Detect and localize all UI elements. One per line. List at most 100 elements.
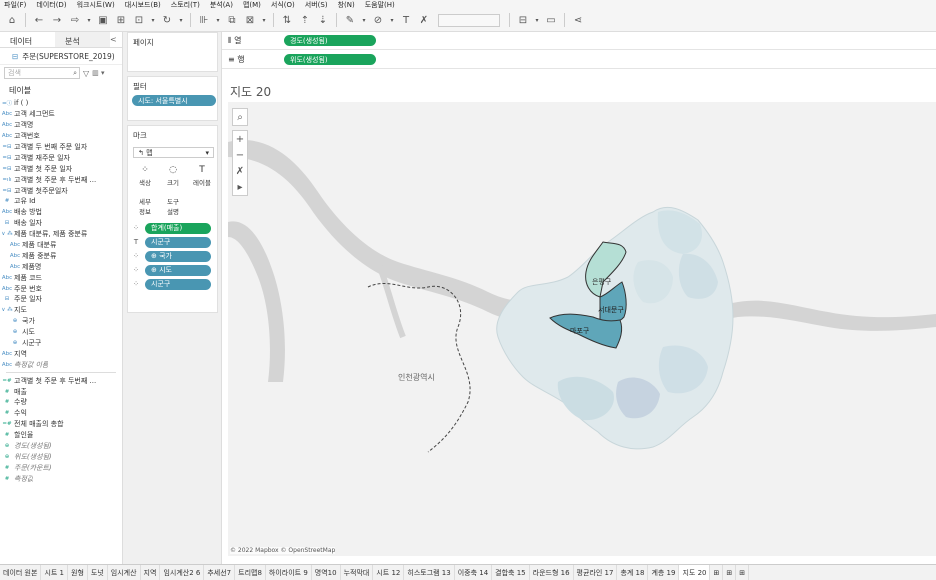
highlight-icon[interactable]: ✎	[342, 12, 358, 28]
sheet-tab[interactable]: 히스토그램 13	[404, 565, 455, 580]
menu-item[interactable]: 대시보드(B)	[125, 0, 161, 9]
tab-data[interactable]: 데이터	[0, 32, 55, 47]
datasource-tab[interactable]: 데이터 원본	[0, 565, 42, 580]
filter-icon[interactable]: ▽	[83, 69, 89, 78]
mark-button[interactable]: ⁘ 색상	[133, 163, 157, 189]
mark-type-select[interactable]: ↰ 맵 ▾	[133, 147, 214, 158]
chevron-down-icon[interactable]: ▾	[177, 12, 185, 28]
latitude-pill[interactable]: 위도(생성됨)	[284, 54, 376, 65]
map-zoom-controls[interactable]: + − ✗ ▸	[232, 130, 248, 196]
clear-sheet-icon[interactable]: ⊠	[242, 12, 258, 28]
field-item[interactable]: =⊟ 고객별 첫 주문 일자	[0, 163, 122, 174]
swap-axes-icon[interactable]: ⊪	[196, 12, 212, 28]
chevron-down-icon[interactable]: ▾	[388, 12, 396, 28]
refresh-icon[interactable]: ↻	[159, 12, 175, 28]
field-item[interactable]: =# 고객별 첫 주문 후 두번째 ...	[0, 375, 122, 386]
chevron-down-icon[interactable]: ▾	[149, 12, 157, 28]
chevron-down-icon[interactable]: ▾	[214, 12, 222, 28]
mark-button[interactable]: 세부 정보	[133, 192, 157, 218]
field-item[interactable]: Abc 고객번호	[0, 131, 122, 142]
sheet-tab[interactable]: 지도 20	[679, 565, 711, 580]
chevron-down-icon[interactable]: ▾	[360, 12, 368, 28]
sheet-tab[interactable]: 하이라이트 9	[266, 565, 312, 580]
new-worksheet-icon[interactable]: ⊞	[710, 565, 724, 580]
field-item[interactable]: ⊕ 시군구	[0, 338, 122, 349]
undo-icon[interactable]: ←	[31, 12, 47, 28]
map-search-control[interactable]: ⌕	[232, 108, 248, 126]
presentation-icon[interactable]: ▭	[543, 12, 559, 28]
sort-ascending-icon[interactable]: ⇡	[297, 12, 313, 28]
mark-field-pill[interactable]: 합계(매출)	[145, 222, 211, 234]
field-item[interactable]: Abc 제품 중분류	[0, 250, 122, 261]
rows-shelf[interactable]: ≡ 행 위도(생성됨)	[222, 51, 936, 69]
field-item[interactable]: ⊕ 위도(생성됨)	[0, 452, 122, 463]
columns-shelf[interactable]: ⦀ 열 경도(생성됨)	[222, 32, 936, 50]
longitude-pill[interactable]: 경도(생성됨)	[284, 35, 376, 46]
field-item[interactable]: # 수량	[0, 397, 122, 408]
sort-descending-icon[interactable]: ⇣	[315, 12, 331, 28]
sheet-tab[interactable]: 총계 18	[617, 565, 649, 580]
field-item[interactable]: # 할인율	[0, 430, 122, 441]
field-item[interactable]: =# 전체 매출의 총합	[0, 419, 122, 430]
home-icon[interactable]: ⌂	[4, 12, 20, 28]
field-item[interactable]: =ⓘ if ( )	[0, 98, 122, 109]
duplicate-sheet-icon[interactable]: ⧉	[224, 12, 240, 28]
sheet-tab[interactable]: 결합축 15	[492, 565, 530, 580]
map-view[interactable]: 인천광역시 은평구 서대문구 마포구 ⌕ + − ✗ ▸ © 2022 Mapb…	[228, 102, 936, 556]
mark-button[interactable]: 도구 설명	[161, 192, 185, 218]
sheet-tab[interactable]: 라운드형 16	[530, 565, 574, 580]
redo-dropdown-icon[interactable]: ⇨	[67, 12, 83, 28]
field-item[interactable]: =⊟ 고객별 첫주문일자	[0, 185, 122, 196]
mark-button[interactable]: T 레이블	[190, 163, 214, 189]
save-icon[interactable]: ▣	[95, 12, 111, 28]
redo-icon[interactable]: →	[49, 12, 65, 28]
sheet-tab[interactable]: 평균라인 17	[574, 565, 618, 580]
mark-field-pill[interactable]: ⊕ 국가	[145, 250, 211, 262]
field-item[interactable]: ⊕ 국가	[0, 316, 122, 327]
field-item[interactable]: ⊕ 시도	[0, 327, 122, 338]
filter-pill[interactable]: 시도: 서울특별시	[132, 95, 216, 106]
field-item[interactable]: ⊟ 배송 일자	[0, 218, 122, 229]
field-item[interactable]: # 주문(카운트)	[0, 462, 122, 473]
sheet-tab[interactable]: 계층 19	[648, 565, 680, 580]
view-options-icon[interactable]: ▥ ▾	[92, 69, 104, 77]
menu-item[interactable]: 창(N)	[338, 0, 355, 9]
menu-item[interactable]: 워크시트(W)	[77, 0, 115, 9]
chevron-down-icon[interactable]: ▾	[260, 12, 268, 28]
fix-axes-icon[interactable]: ✗	[416, 12, 432, 28]
field-item[interactable]: Abc 고객명	[0, 120, 122, 131]
menu-item[interactable]: 서버(S)	[305, 0, 328, 9]
field-item[interactable]: =⊟ 고객별 재주문 일자	[0, 152, 122, 163]
fit-select[interactable]	[438, 13, 500, 27]
sheet-tab[interactable]: 추세선7	[204, 565, 236, 580]
sheet-tab[interactable]: 도넛	[88, 565, 108, 580]
menu-item[interactable]: 스토리(T)	[171, 0, 200, 9]
field-item[interactable]: Abc 주문 번호	[0, 283, 122, 294]
field-item[interactable]: ⊟ 주문 일자	[0, 294, 122, 305]
new-datasource-icon[interactable]: ⊞	[113, 12, 129, 28]
reset-map-icon[interactable]: ✗	[233, 163, 247, 179]
group-icon[interactable]: ⊘	[370, 12, 386, 28]
sheet-tab[interactable]: 임시계산2 6	[160, 565, 205, 580]
new-sheet-icon[interactable]: ⊡	[131, 12, 147, 28]
sheet-tab[interactable]: 누적막대	[341, 565, 374, 580]
zoom-out-icon[interactable]: −	[233, 147, 247, 163]
sheet-tab[interactable]: 시트 12	[373, 565, 405, 580]
field-item[interactable]: ∨ ⁂ 제품 대분류, 제품 중분류	[0, 229, 122, 240]
mark-field-pill[interactable]: ⊕ 시도	[145, 264, 211, 276]
sheet-tab[interactable]: 임시계산	[108, 565, 141, 580]
field-item[interactable]: Abc 고객 세그먼트	[0, 109, 122, 120]
field-item[interactable]: Abc 배송 방법	[0, 207, 122, 218]
expand-toolbar-icon[interactable]: ▸	[233, 179, 247, 195]
show-labels-icon[interactable]: T	[398, 12, 414, 28]
field-item[interactable]: # 수익	[0, 408, 122, 419]
field-item[interactable]: Abc 제품 코드	[0, 272, 122, 283]
sheet-tab[interactable]: 원형	[68, 565, 88, 580]
field-item[interactable]: Abc 측정값 이름	[0, 359, 122, 370]
new-dashboard-icon[interactable]: ⊞	[723, 565, 737, 580]
search-input[interactable]: 검색 ⌕	[4, 67, 80, 79]
map-search-icon[interactable]: ⌕	[233, 109, 247, 125]
field-item[interactable]: Abc 지역	[0, 348, 122, 359]
menu-item[interactable]: 분석(A)	[210, 0, 233, 9]
zoom-in-icon[interactable]: +	[233, 131, 247, 147]
